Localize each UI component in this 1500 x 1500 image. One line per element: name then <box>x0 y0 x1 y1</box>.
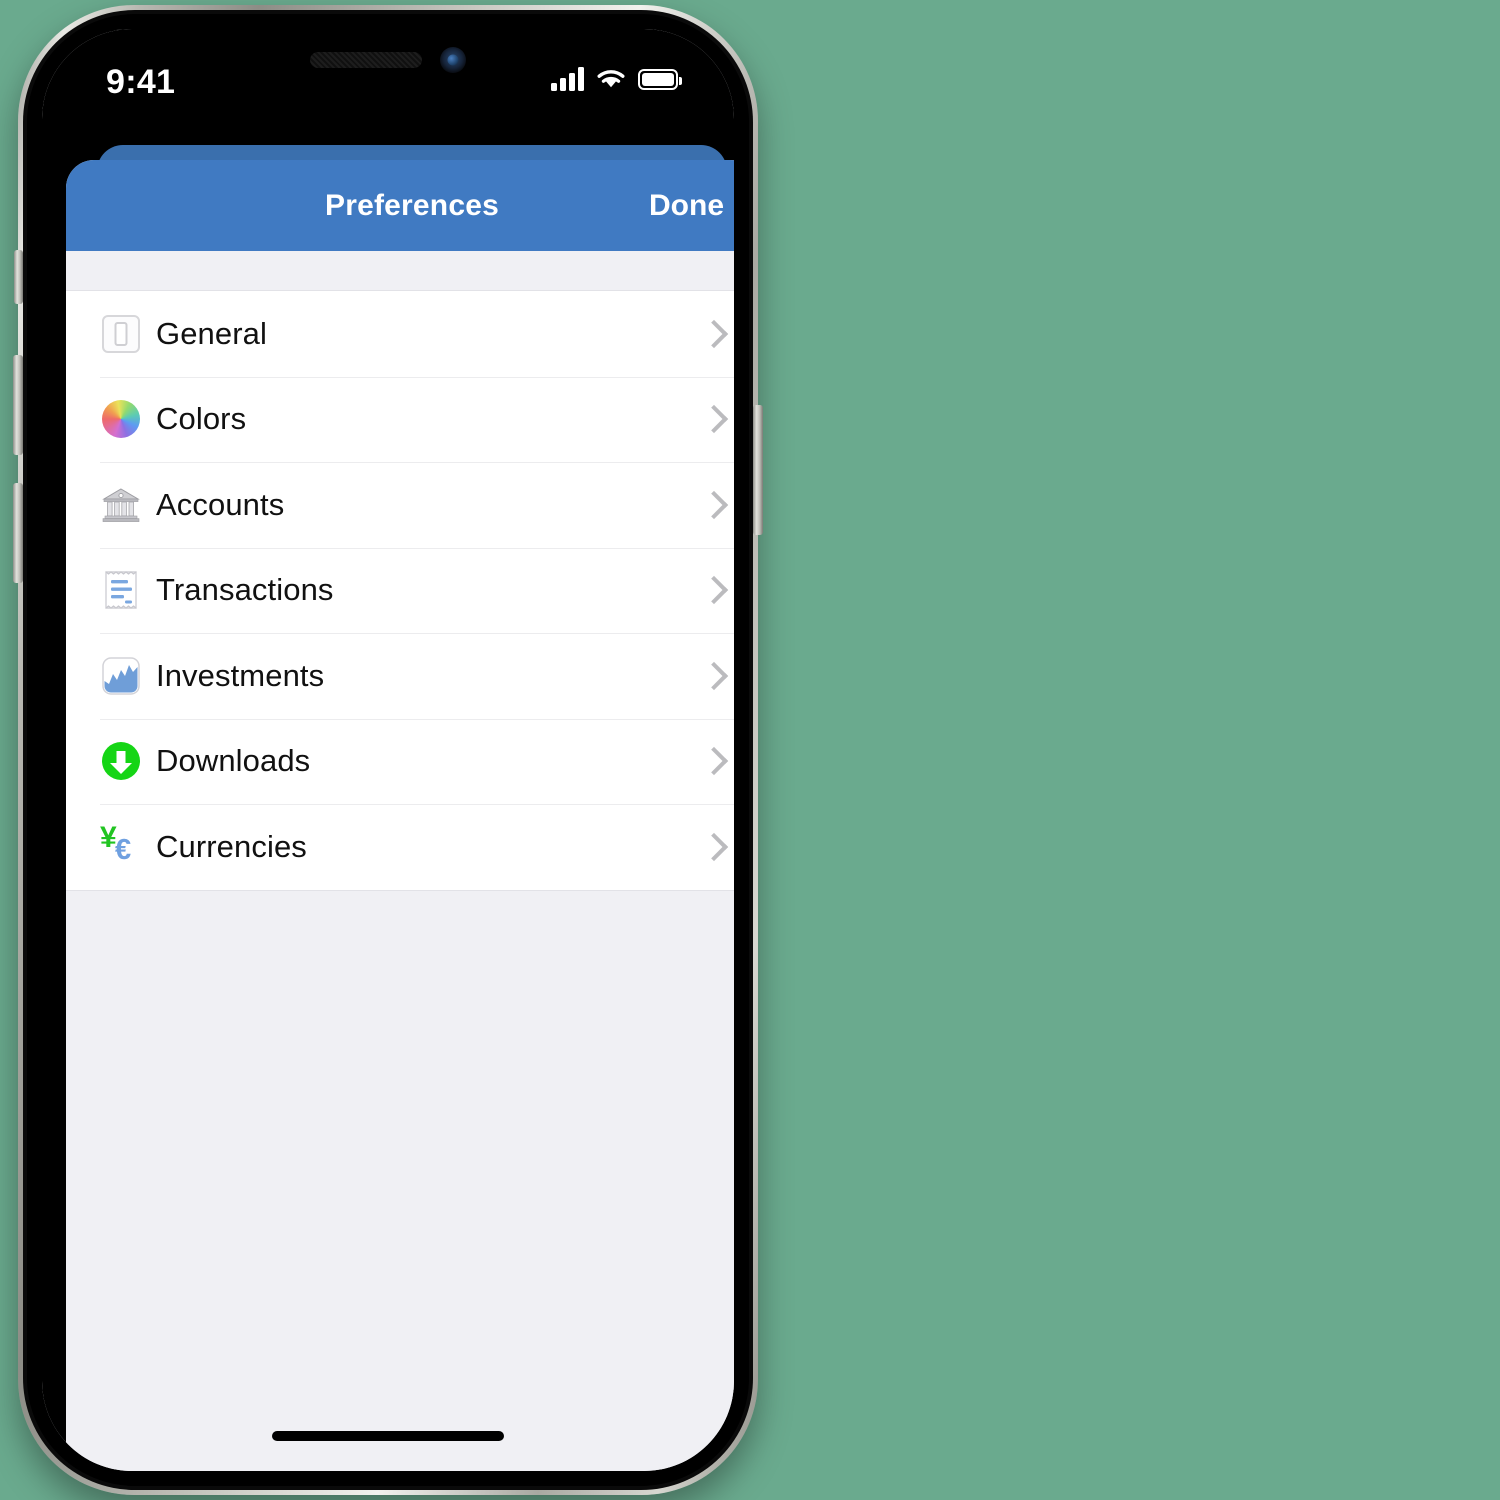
list-item-label: Investments <box>156 657 325 693</box>
front-camera-icon <box>440 47 466 73</box>
chevron-right-icon <box>699 832 729 861</box>
list-item-general[interactable]: General <box>66 291 734 377</box>
preferences-modal-sheet: Preferences Done General Colors Accounts… <box>66 160 734 1471</box>
list-item-label: Currencies <box>156 828 307 864</box>
screenshot-stage: 9:41 Preferences Done General Colors Acc… <box>0 0 1500 1500</box>
color-wheel-icon <box>100 398 142 440</box>
currency-yen-euro-icon: ¥ € <box>100 820 132 866</box>
page-title: Preferences <box>325 188 499 222</box>
chevron-right-icon <box>699 319 729 348</box>
silent-switch-button[interactable] <box>14 250 23 304</box>
chart-icon <box>100 655 142 697</box>
list-item-currencies[interactable]: ¥ € Currencies <box>66 804 734 890</box>
receipt-icon <box>100 569 142 611</box>
chevron-right-icon <box>699 576 729 605</box>
list-item-label: General <box>156 315 267 351</box>
light-switch-icon <box>100 313 142 355</box>
iphone-device-frame: 9:41 Preferences Done General Colors Acc… <box>13 5 763 1495</box>
modal-body: General Colors Accounts Transactions Inv… <box>66 251 734 1471</box>
volume-down-button[interactable] <box>13 483 23 583</box>
list-item-label: Colors <box>156 401 247 437</box>
list-item-label: Accounts <box>156 486 285 522</box>
wifi-icon <box>597 70 625 88</box>
power-button[interactable] <box>753 405 763 535</box>
home-indicator[interactable] <box>272 1431 504 1441</box>
modal-navigation-bar: Preferences Done <box>66 160 734 251</box>
battery-full-icon <box>638 68 682 90</box>
preferences-list: General Colors Accounts Transactions Inv… <box>66 290 734 891</box>
chevron-right-icon <box>699 747 729 776</box>
list-item-colors[interactable]: Colors <box>66 376 734 462</box>
done-button[interactable]: Done <box>649 189 724 223</box>
volume-up-button[interactable] <box>13 355 23 455</box>
chevron-right-icon <box>699 490 729 519</box>
dynamic-island <box>310 47 466 73</box>
phone-screen: 9:41 Preferences Done General Colors Acc… <box>42 29 734 1471</box>
earpiece-speaker-icon <box>310 52 422 68</box>
status-bar-indicators <box>551 67 682 91</box>
list-top-spacer <box>66 251 734 290</box>
chevron-right-icon <box>699 661 729 690</box>
bank-building-icon <box>100 484 142 526</box>
list-item-label: Transactions <box>156 572 334 608</box>
list-item-investments[interactable]: Investments <box>66 633 734 719</box>
download-circle-icon <box>100 740 142 782</box>
cellular-bars-icon <box>551 67 584 91</box>
list-item-accounts[interactable]: Accounts <box>66 462 734 548</box>
status-bar-time: 9:41 <box>106 63 176 101</box>
list-item-label: Downloads <box>156 743 311 779</box>
list-item-transactions[interactable]: Transactions <box>66 547 734 633</box>
chevron-right-icon <box>699 405 729 434</box>
list-item-downloads[interactable]: Downloads <box>66 718 734 804</box>
status-bar: 9:41 <box>42 29 734 137</box>
